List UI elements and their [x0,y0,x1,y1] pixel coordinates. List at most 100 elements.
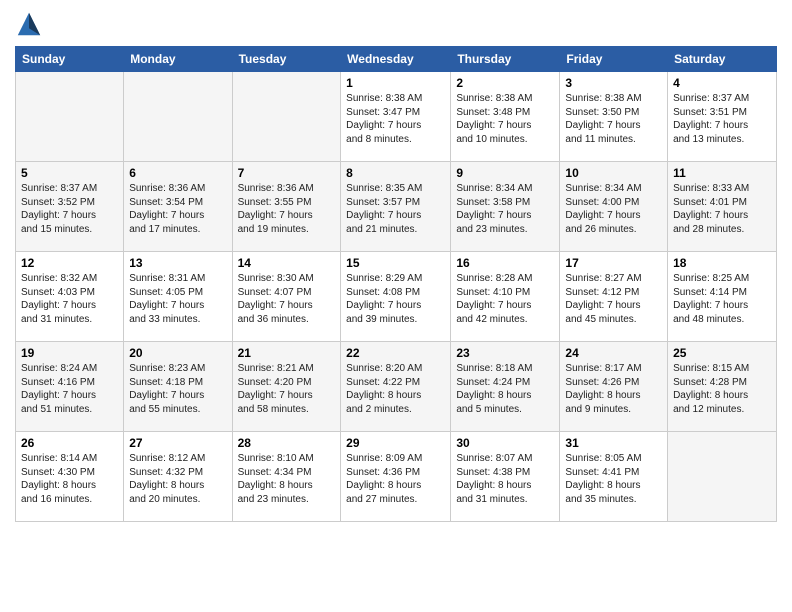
calendar-cell: 23Sunrise: 8:18 AM Sunset: 4:24 PM Dayli… [451,342,560,432]
calendar-cell: 25Sunrise: 8:15 AM Sunset: 4:28 PM Dayli… [668,342,777,432]
day-info: Sunrise: 8:36 AM Sunset: 3:54 PM Dayligh… [129,182,226,236]
day-number: 3 [565,76,662,90]
day-info: Sunrise: 8:17 AM Sunset: 4:26 PM Dayligh… [565,362,662,416]
day-number: 18 [673,256,771,270]
calendar-cell: 29 Sunrise: 8:09 AM Sunset: 4:36 PM Dayli… [341,432,451,522]
calendar-cell [232,72,341,162]
day-number: 11 [673,166,771,180]
calendar-cell: 17 Sunrise: 8:27 AM Sunset: 4:12 PM Dayli… [560,252,668,342]
day-info: Sunrise: 8:38 AM Sunset: 3:47 PM Dayligh… [346,92,445,146]
day-number: 20 [129,346,226,360]
calendar-cell: 2 Sunrise: 8:38 AM Sunset: 3:48 PM Daylig… [451,72,560,162]
day-number: 29 [346,436,445,450]
calendar-cell: 15Sunrise: 8:29 AM Sunset: 4:08 PM Dayli… [341,252,451,342]
calendar-cell: 9 Sunrise: 8:34 AM Sunset: 3:58 PM Daylig… [451,162,560,252]
day-number: 26 [21,436,118,450]
calendar-cell: 7 Sunrise: 8:36 AM Sunset: 3:55 PM Daylig… [232,162,341,252]
calendar-header-row: SundayMondayTuesdayWednesdayThursdayFrid… [16,47,777,72]
calendar-cell: 1 Sunrise: 8:38 AM Sunset: 3:47 PM Daylig… [341,72,451,162]
day-number: 31 [565,436,662,450]
calendar-week-row: 26 Sunrise: 8:14 AM Sunset: 4:30 PM Dayli… [16,432,777,522]
day-info: Sunrise: 8:12 AM Sunset: 4:32 PM Dayligh… [129,452,226,506]
day-number: 24 [565,346,662,360]
day-number: 13 [129,256,226,270]
calendar-week-row: 12 Sunrise: 8:32 AM Sunset: 4:03 PM Dayli… [16,252,777,342]
day-info: Sunrise: 8:15 AM Sunset: 4:28 PM Dayligh… [673,362,771,416]
page: SundayMondayTuesdayWednesdayThursdayFrid… [0,0,792,612]
day-info: Sunrise: 8:34 AM Sunset: 4:00 PM Dayligh… [565,182,662,236]
calendar-cell: 30Sunrise: 8:07 AM Sunset: 4:38 PM Dayli… [451,432,560,522]
calendar-week-row: 5Sunrise: 8:37 AM Sunset: 3:52 PM Daylig… [16,162,777,252]
day-info: Sunrise: 8:36 AM Sunset: 3:55 PM Dayligh… [238,182,336,236]
day-number: 28 [238,436,336,450]
logo [15,10,47,38]
calendar-cell: 16 Sunrise: 8:28 AM Sunset: 4:10 PM Dayli… [451,252,560,342]
day-number: 16 [456,256,554,270]
calendar-cell [16,72,124,162]
day-number: 7 [238,166,336,180]
calendar-cell: 10 Sunrise: 8:34 AM Sunset: 4:00 PM Dayli… [560,162,668,252]
calendar-cell [668,432,777,522]
day-info: Sunrise: 8:28 AM Sunset: 4:10 PM Dayligh… [456,272,554,326]
day-number: 17 [565,256,662,270]
day-info: Sunrise: 8:24 AM Sunset: 4:16 PM Dayligh… [21,362,118,416]
calendar-cell: 26 Sunrise: 8:14 AM Sunset: 4:30 PM Dayli… [16,432,124,522]
weekday-header: Wednesday [341,47,451,72]
day-number: 19 [21,346,118,360]
weekday-header: Friday [560,47,668,72]
day-info: Sunrise: 8:32 AM Sunset: 4:03 PM Dayligh… [21,272,118,326]
day-info: Sunrise: 8:30 AM Sunset: 4:07 PM Dayligh… [238,272,336,326]
day-info: Sunrise: 8:33 AM Sunset: 4:01 PM Dayligh… [673,182,771,236]
day-number: 23 [456,346,554,360]
day-info: Sunrise: 8:10 AM Sunset: 4:34 PM Dayligh… [238,452,336,506]
calendar-cell: 13 Sunrise: 8:31 AM Sunset: 4:05 PM Dayli… [124,252,232,342]
day-info: Sunrise: 8:34 AM Sunset: 3:58 PM Dayligh… [456,182,554,236]
day-number: 21 [238,346,336,360]
day-info: Sunrise: 8:37 AM Sunset: 3:52 PM Dayligh… [21,182,118,236]
calendar-cell: 6 Sunrise: 8:36 AM Sunset: 3:54 PM Daylig… [124,162,232,252]
logo-icon [15,10,43,38]
day-info: Sunrise: 8:14 AM Sunset: 4:30 PM Dayligh… [21,452,118,506]
day-info: Sunrise: 8:38 AM Sunset: 3:50 PM Dayligh… [565,92,662,146]
day-info: Sunrise: 8:05 AM Sunset: 4:41 PM Dayligh… [565,452,662,506]
day-info: Sunrise: 8:31 AM Sunset: 4:05 PM Dayligh… [129,272,226,326]
day-info: Sunrise: 8:20 AM Sunset: 4:22 PM Dayligh… [346,362,445,416]
header [15,10,777,38]
day-number: 4 [673,76,771,90]
calendar-cell: 5Sunrise: 8:37 AM Sunset: 3:52 PM Daylig… [16,162,124,252]
day-number: 22 [346,346,445,360]
day-number: 1 [346,76,445,90]
day-number: 27 [129,436,226,450]
day-number: 2 [456,76,554,90]
calendar-cell: 27 Sunrise: 8:12 AM Sunset: 4:32 PM Dayli… [124,432,232,522]
weekday-header: Saturday [668,47,777,72]
day-number: 9 [456,166,554,180]
calendar-week-row: 1 Sunrise: 8:38 AM Sunset: 3:47 PM Daylig… [16,72,777,162]
day-number: 12 [21,256,118,270]
calendar-cell: 20 Sunrise: 8:23 AM Sunset: 4:18 PM Dayli… [124,342,232,432]
calendar-cell: 19 Sunrise: 8:24 AM Sunset: 4:16 PM Dayli… [16,342,124,432]
calendar-cell [124,72,232,162]
day-info: Sunrise: 8:25 AM Sunset: 4:14 PM Dayligh… [673,272,771,326]
day-info: Sunrise: 8:37 AM Sunset: 3:51 PM Dayligh… [673,92,771,146]
day-info: Sunrise: 8:38 AM Sunset: 3:48 PM Dayligh… [456,92,554,146]
day-info: Sunrise: 8:27 AM Sunset: 4:12 PM Dayligh… [565,272,662,326]
weekday-header: Sunday [16,47,124,72]
day-number: 14 [238,256,336,270]
day-info: Sunrise: 8:35 AM Sunset: 3:57 PM Dayligh… [346,182,445,236]
day-info: Sunrise: 8:09 AM Sunset: 4:36 PM Dayligh… [346,452,445,506]
day-number: 6 [129,166,226,180]
day-info: Sunrise: 8:21 AM Sunset: 4:20 PM Dayligh… [238,362,336,416]
calendar-cell: 31 Sunrise: 8:05 AM Sunset: 4:41 PM Dayli… [560,432,668,522]
day-info: Sunrise: 8:23 AM Sunset: 4:18 PM Dayligh… [129,362,226,416]
calendar-cell: 3 Sunrise: 8:38 AM Sunset: 3:50 PM Daylig… [560,72,668,162]
weekday-header: Monday [124,47,232,72]
calendar-cell: 21 Sunrise: 8:21 AM Sunset: 4:20 PM Dayli… [232,342,341,432]
calendar-cell: 11 Sunrise: 8:33 AM Sunset: 4:01 PM Dayli… [668,162,777,252]
calendar-cell: 14 Sunrise: 8:30 AM Sunset: 4:07 PM Dayli… [232,252,341,342]
calendar-cell: 18 Sunrise: 8:25 AM Sunset: 4:14 PM Dayli… [668,252,777,342]
calendar-cell: 24 Sunrise: 8:17 AM Sunset: 4:26 PM Dayli… [560,342,668,432]
day-number: 10 [565,166,662,180]
day-info: Sunrise: 8:29 AM Sunset: 4:08 PM Dayligh… [346,272,445,326]
day-number: 30 [456,436,554,450]
